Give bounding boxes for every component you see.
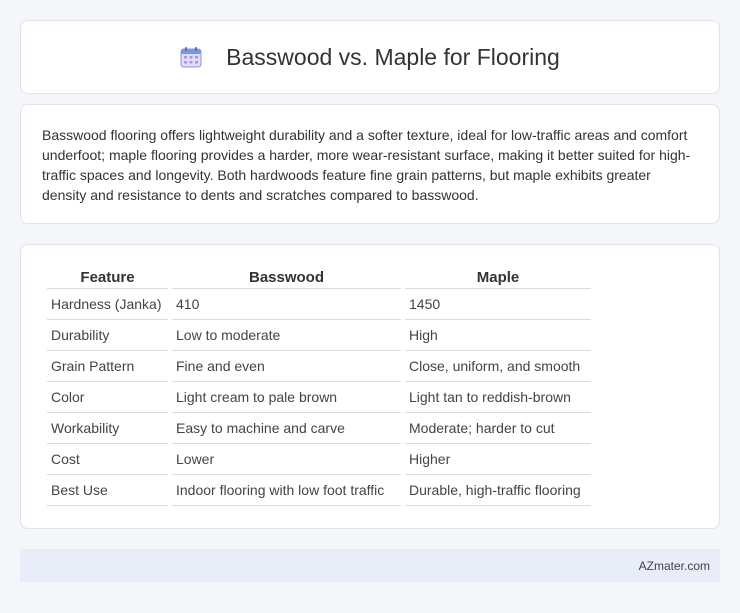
footer-bar: AZmater.com bbox=[20, 549, 720, 582]
feature-cell: Hardness (Janka) bbox=[47, 289, 168, 320]
summary-text: Basswood flooring offers lightweight dur… bbox=[42, 127, 691, 203]
feature-cell: Grain Pattern bbox=[47, 351, 168, 382]
header: Basswood vs. Maple for Flooring bbox=[180, 44, 560, 71]
maple-cell: Close, uniform, and smooth bbox=[405, 351, 591, 382]
table-row: Color Light cream to pale brown Light ta… bbox=[47, 382, 591, 413]
basswood-cell: Indoor flooring with low foot traffic bbox=[172, 475, 401, 506]
page-title: Basswood vs. Maple for Flooring bbox=[226, 43, 560, 70]
basswood-cell: Easy to machine and carve bbox=[172, 413, 401, 444]
basswood-cell: Low to moderate bbox=[172, 320, 401, 351]
table-row: Grain Pattern Fine and even Close, unifo… bbox=[47, 351, 591, 382]
maple-cell: Light tan to reddish-brown bbox=[405, 382, 591, 413]
basswood-cell: Fine and even bbox=[172, 351, 401, 382]
maple-cell: Moderate; harder to cut bbox=[405, 413, 591, 444]
table-header-row: Feature Basswood Maple bbox=[47, 265, 591, 289]
summary-card: Basswood flooring offers lightweight dur… bbox=[20, 104, 720, 224]
comparison-table-card: Feature Basswood Maple Hardness (Janka) … bbox=[20, 244, 720, 529]
basswood-cell: 410 bbox=[172, 289, 401, 320]
feature-cell: Color bbox=[47, 382, 168, 413]
table-row: Durability Low to moderate High bbox=[47, 320, 591, 351]
maple-cell: Durable, high-traffic flooring bbox=[405, 475, 591, 506]
table-row: Hardness (Janka) 410 1450 bbox=[47, 289, 591, 320]
header-card: Basswood vs. Maple for Flooring bbox=[20, 20, 720, 94]
maple-cell: 1450 bbox=[405, 289, 591, 320]
maple-cell: High bbox=[405, 320, 591, 351]
table-row: Cost Lower Higher bbox=[47, 444, 591, 475]
feature-cell: Workability bbox=[47, 413, 168, 444]
table-row: Workability Easy to machine and carve Mo… bbox=[47, 413, 591, 444]
feature-cell: Cost bbox=[47, 444, 168, 475]
calendar-icon bbox=[180, 46, 202, 68]
footer-source: AZmater.com bbox=[638, 558, 710, 573]
basswood-cell: Light cream to pale brown bbox=[172, 382, 401, 413]
maple-cell: Higher bbox=[405, 444, 591, 475]
table-row: Best Use Indoor flooring with low foot t… bbox=[47, 475, 591, 506]
header-feature: Feature bbox=[47, 265, 168, 289]
header-maple: Maple bbox=[405, 265, 591, 289]
feature-cell: Durability bbox=[47, 320, 168, 351]
feature-cell: Best Use bbox=[47, 475, 168, 506]
basswood-cell: Lower bbox=[172, 444, 401, 475]
header-basswood: Basswood bbox=[172, 265, 401, 289]
comparison-table: Feature Basswood Maple Hardness (Janka) … bbox=[43, 265, 595, 506]
